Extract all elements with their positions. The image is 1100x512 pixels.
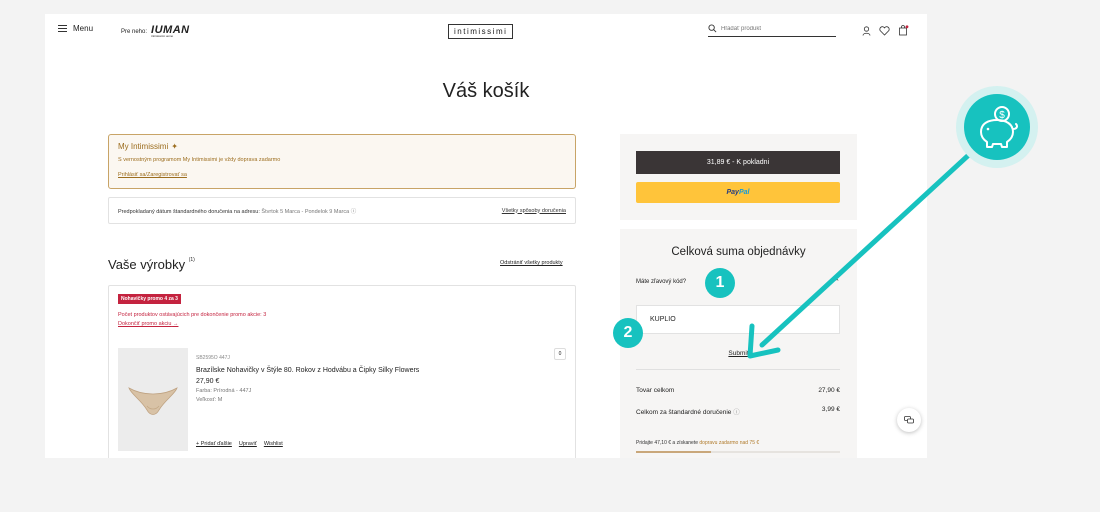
brand-logo[interactable]: intimissimi (448, 24, 514, 39)
for-him-label: Pre neho: (121, 29, 148, 35)
shopping-bag-icon[interactable] (898, 25, 909, 36)
edit-link[interactable]: Upraviť (239, 441, 257, 447)
product-price: 27,90 € (196, 377, 220, 385)
menu-label: Menu (73, 24, 94, 33)
search-bar[interactable] (708, 24, 836, 37)
delivery-estimate: Predpokladaný dátum štandardného doručen… (108, 197, 576, 224)
site-header: Menu Pre neho: IUMAN intimissimi uomo int… (45, 14, 927, 50)
quantity-selector[interactable]: 0 (554, 348, 566, 360)
chevron-up-icon[interactable]: ⌃ (834, 278, 840, 286)
complete-promo-link[interactable]: Dokončiť promo akciu → (118, 321, 178, 327)
delivery-options-link[interactable]: Všetky spôsoby doručenia (502, 208, 566, 214)
product-info: SB2595O 447J Brazílske Nohavičky v Štýle… (196, 355, 419, 404)
for-him-link[interactable]: Pre neho: IUMAN intimissimi uomo (121, 24, 190, 39)
free-shipping-progress (636, 451, 840, 453)
checkout-panel: 31,89 € - K pokladni PayPal (620, 134, 857, 220)
shipping-info-icon[interactable]: ⓘ (733, 409, 740, 416)
product-image[interactable] (118, 348, 188, 451)
heart-icon[interactable] (879, 25, 890, 36)
submit-coupon-button[interactable]: Submit (620, 350, 857, 357)
search-icon (708, 24, 717, 33)
piggy-bank-icon: $ (980, 106, 1018, 148)
order-summary: Celková suma objednávky Máte zľavový kód… (620, 229, 857, 458)
shipping-row: Celkom za štandardné doručenie ⓘ 3,99 € (636, 406, 840, 416)
menu-button[interactable]: Menu (58, 24, 93, 33)
subtotal-value: 27,90 € (818, 387, 840, 394)
delivery-dates: Štvrtok 5 Marca - Pondelok 9 Marca (261, 208, 350, 215)
uman-logo: IUMAN intimissimi uomo (151, 24, 190, 39)
add-more-link[interactable]: + Pridať ďalšie (196, 441, 232, 447)
step-1-badge: 1 (705, 268, 735, 298)
page-title: Váš košík (442, 80, 530, 102)
hamburger-icon (58, 25, 67, 32)
loyalty-title: My Intimissimi (118, 142, 169, 151)
shipping-value: 3,99 € (821, 406, 840, 413)
info-icon[interactable]: ⓘ (351, 209, 357, 215)
products-count: (1) (188, 257, 195, 263)
product-actions: + Pridať ďalšie Upraviť Wishlist (196, 441, 283, 447)
sparkle-icon: ✦ (171, 142, 178, 151)
coupon-input[interactable] (636, 305, 840, 334)
product-code: SB2595O 447J (196, 355, 230, 361)
arrow-right-icon: → (172, 321, 179, 327)
step-2-badge: 2 (613, 318, 643, 348)
summary-title: Celková suma objednávky (671, 246, 806, 258)
subtotal-row: Tovar celkom 27,90 € (636, 387, 840, 394)
products-heading: Vaše výrobky (1) (108, 257, 195, 272)
product-name[interactable]: Brazílske Nohavičky v Štýle 80. Rokov z … (196, 366, 419, 377)
coupon-question[interactable]: Máte zľavový kód? (636, 279, 686, 285)
divider (636, 369, 840, 370)
page: Menu Pre neho: IUMAN intimissimi uomo int… (45, 14, 927, 458)
paypal-logo: PayPal (726, 189, 750, 196)
product-card: Nohavičky promo 4 za 3 Počet produktov o… (108, 285, 576, 458)
paypal-button[interactable]: PayPal (636, 182, 840, 203)
chat-icon (904, 416, 914, 424)
loyalty-text: S vernostným programom My Intimissimi je… (118, 157, 281, 163)
wishlist-link[interactable]: Wishlist (264, 441, 283, 447)
progress-fill (636, 451, 712, 453)
subtotal-label: Tovar celkom (636, 387, 675, 394)
panties-image (128, 386, 178, 415)
checkout-button[interactable]: 31,89 € - K pokladni (636, 151, 840, 174)
free-shipping-note: Pridajte 47,10 € a získanete dopravu zad… (636, 440, 760, 446)
product-color: Farba: Prírodná - 447J (196, 388, 252, 395)
piggy-bank-badge: $ (956, 86, 1038, 168)
promo-badge: Nohavičky promo 4 za 3 (118, 294, 181, 304)
account-icon[interactable] (862, 25, 871, 36)
loyalty-banner: My Intimissimi ✦ S vernostným programom M… (108, 134, 576, 189)
remove-all-link[interactable]: Odstrániť všetky produkty (500, 260, 563, 266)
header-icons (862, 25, 909, 36)
product-size: Veľkosť: M (196, 396, 223, 403)
promo-text: Počet produktov ostávajúcich pre dokonče… (118, 312, 267, 318)
login-register-link[interactable]: Prihlásiť sa/Zaregistrovať sa (118, 172, 187, 178)
search-input[interactable] (721, 25, 831, 32)
delivery-label: Predpokladaný dátum štandardného doručen… (118, 208, 260, 215)
chat-button[interactable] (897, 408, 921, 432)
shipping-label: Celkom za štandardné doručenie (636, 409, 732, 416)
